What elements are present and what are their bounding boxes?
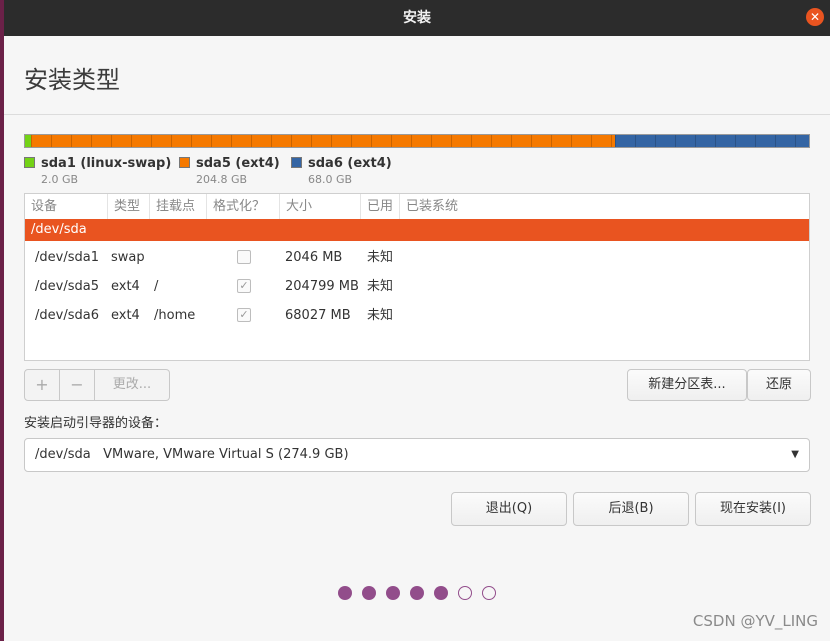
legend-item-sda1: sda1 (linux-swap) 2.0 GB — [24, 156, 171, 186]
window-title: 安装 — [403, 10, 431, 26]
table-row[interactable]: /dev/sda5 ext4 / ✓ 204799 MB 未知 — [25, 272, 809, 301]
column-type[interactable]: 类型 — [108, 194, 150, 219]
title-bar: 安装 ✕ — [4, 0, 830, 36]
revert-button[interactable]: 还原 — [747, 369, 811, 401]
ext4-color-swatch — [179, 157, 190, 168]
bootloader-device-description: VMware, VMware Virtual S (274.9 GB) — [103, 447, 349, 462]
table-row[interactable]: /dev/sda6 ext4 /home ✓ 68027 MB 未知 — [25, 301, 809, 330]
progress-dot — [482, 586, 496, 600]
table-row[interactable]: /dev/sda1 swap 2046 MB 未知 — [25, 243, 809, 272]
table-header: 设备 类型 挂载点 格式化？ 大小 已用 已装系统 — [25, 194, 809, 219]
format-checkbox[interactable] — [237, 250, 251, 264]
remove-partition-button[interactable]: − — [60, 369, 95, 401]
partition-segment-sda5 — [30, 135, 615, 147]
dropdown-arrow-icon: ▼ — [791, 449, 799, 460]
watermark: CSDN @YV_LING — [692, 612, 818, 630]
install-now-button[interactable]: 现在安装(I) — [695, 492, 811, 526]
page-title: 安装类型 — [24, 66, 120, 94]
page-header: 安装类型 — [4, 36, 830, 115]
quit-button[interactable]: 退出(Q) — [451, 492, 567, 526]
column-size[interactable]: 大小 — [280, 194, 361, 219]
add-partition-button[interactable]: + — [24, 369, 60, 401]
installer-window: 安装 ✕ 安装类型 sda1 (linux-swap) 2.0 GB sda5 … — [0, 0, 830, 641]
format-checkbox[interactable]: ✓ — [237, 308, 251, 322]
bootloader-device-path: /dev/sda — [35, 447, 91, 462]
partition-segment-sda6 — [614, 135, 809, 147]
legend-item-sda5: sda5 (ext4) 204.8 GB — [179, 156, 280, 186]
progress-dot — [386, 586, 400, 600]
column-device[interactable]: 设备 — [25, 194, 108, 219]
ext4-color-swatch — [291, 157, 302, 168]
progress-dot — [410, 586, 424, 600]
back-button[interactable]: 后退(B) — [573, 492, 689, 526]
progress-dot — [434, 586, 448, 600]
table-row-disk[interactable]: /dev/sda — [25, 219, 809, 241]
partition-bar — [24, 134, 810, 148]
bootloader-device-label: 安装启动引导器的设备： — [24, 416, 168, 431]
column-mount[interactable]: 挂载点 — [150, 194, 207, 219]
partition-edit-buttons: + − 更改... — [24, 369, 170, 401]
partition-table: 设备 类型 挂载点 格式化？ 大小 已用 已装系统 /dev/sda /dev/… — [24, 193, 810, 361]
progress-dot — [362, 586, 376, 600]
new-partition-table-button[interactable]: 新建分区表... — [627, 369, 747, 401]
progress-dot — [458, 586, 472, 600]
progress-dots — [4, 585, 830, 604]
change-partition-button[interactable]: 更改... — [95, 369, 170, 401]
swap-color-swatch — [24, 157, 35, 168]
legend-item-sda6: sda6 (ext4) 68.0 GB — [291, 156, 392, 186]
format-checkbox[interactable]: ✓ — [237, 279, 251, 293]
column-format[interactable]: 格式化？ — [207, 194, 280, 219]
bootloader-device-select[interactable]: /dev/sda VMware, VMware Virtual S (274.9… — [24, 438, 810, 472]
column-used[interactable]: 已用 — [361, 194, 400, 219]
progress-dot — [338, 586, 352, 600]
column-installed-os[interactable]: 已装系统 — [400, 194, 809, 219]
close-icon[interactable]: ✕ — [806, 8, 824, 26]
